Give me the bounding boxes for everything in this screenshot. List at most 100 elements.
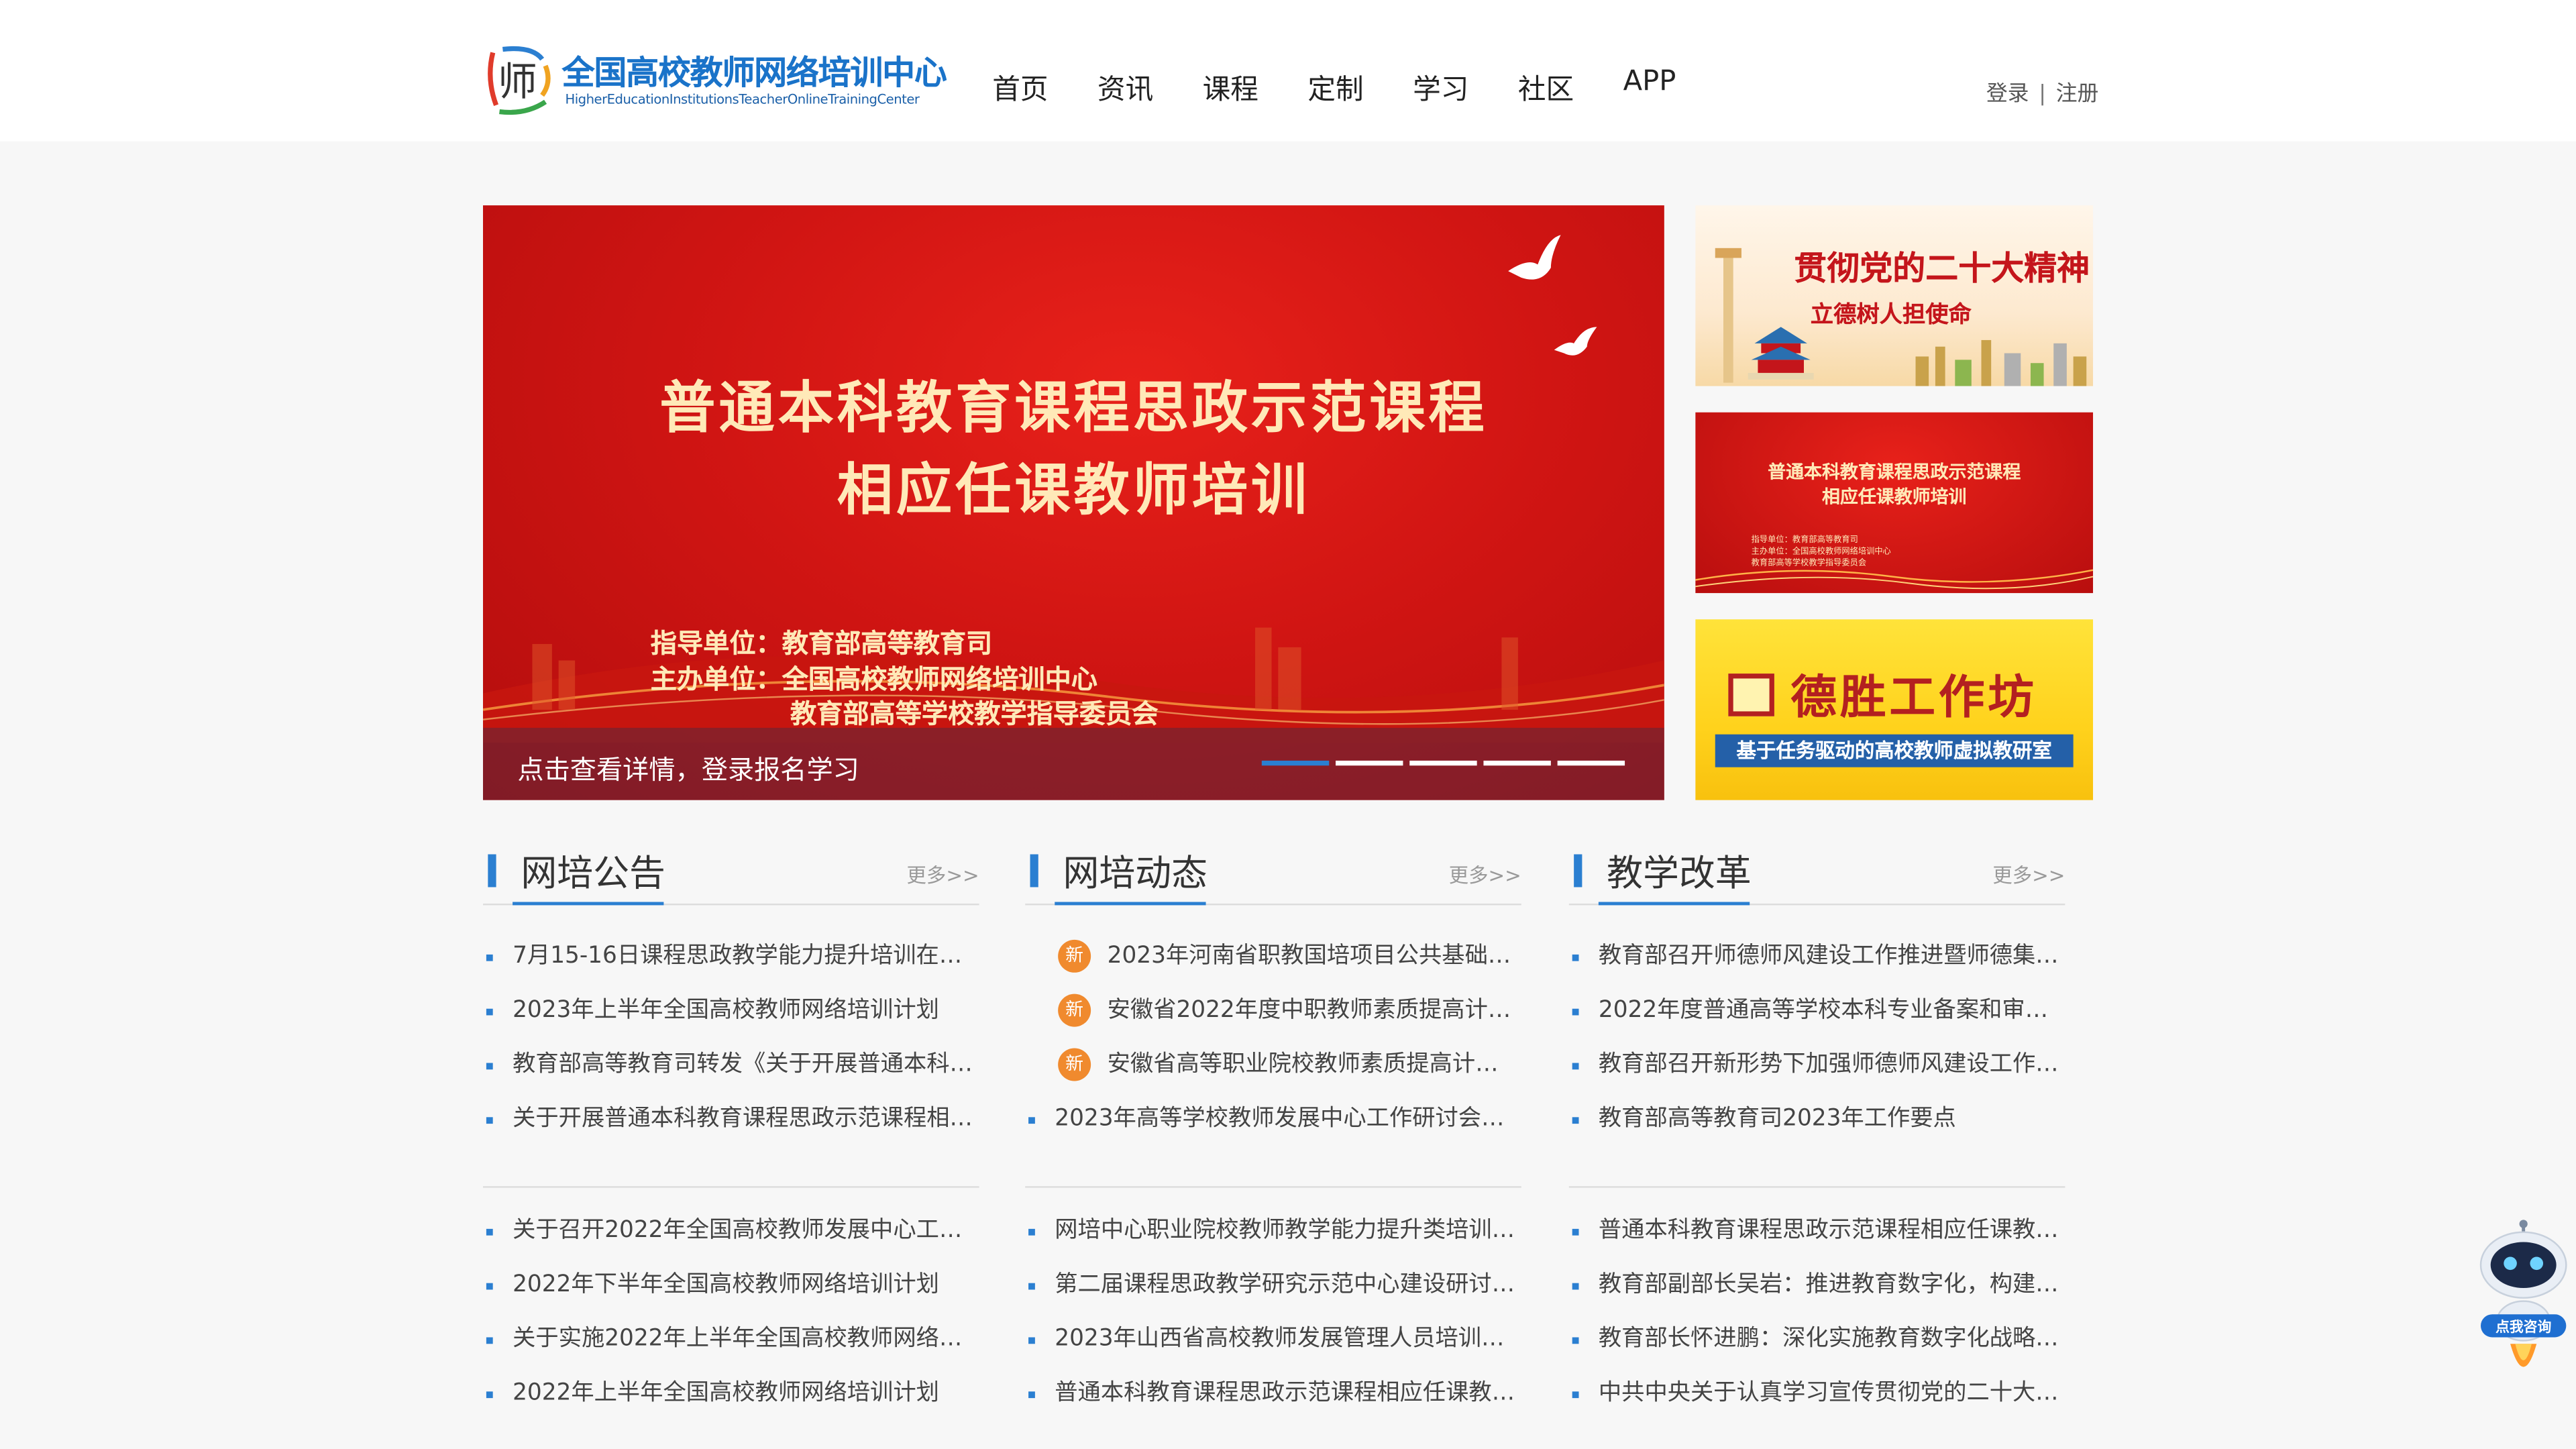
bullet-icon (486, 954, 493, 961)
list-item-text: 关于召开2022年全国高校教师发展中心工作研… (513, 1217, 976, 1244)
side-banner-2-wave (1695, 569, 2094, 590)
list-item-text: 2023年上半年全国高校教师网络培训计划 (513, 997, 939, 1024)
list-item[interactable]: 教育部高等教育司2023年工作要点 (1569, 1093, 2065, 1147)
list-item[interactable]: 第二届课程思政教学研究示范中心建设研讨会… (1025, 1258, 1521, 1313)
nav-study[interactable]: 学习 (1413, 66, 1468, 107)
list-item[interactable]: 教育部召开新形势下加强师德师风建设工作座… (1569, 1038, 2065, 1093)
side-banner-3-title: 德胜工作坊 (1790, 670, 2037, 725)
bullet-icon (486, 1008, 493, 1016)
bullet-icon (1028, 1283, 1035, 1290)
bullet-icon (1572, 1117, 1579, 1124)
list-item[interactable]: 关于实施2022年上半年全国高校教师网络培训… (483, 1313, 979, 1367)
list-item[interactable]: 教育部副部长吴岩：推进教育数字化，构建全… (1569, 1258, 2065, 1313)
pillar-icon (1715, 248, 1741, 383)
carousel-dot-4[interactable] (1483, 760, 1551, 766)
bullet-icon (1572, 1008, 1579, 1016)
list-item[interactable]: 新 2023年河南省职教国培项目公共基础课… (1025, 930, 1521, 984)
banner-org-line1: 指导单位：教育部高等教育司 (650, 627, 993, 659)
side-banner-3-subtitle: 基于任务驱动的高校教师虚拟教研室 (1715, 734, 2074, 767)
login-link[interactable]: 登录 (1986, 82, 2029, 107)
list-item[interactable]: 关于开展普通本科教育课程思政示范课程相应… (483, 1093, 979, 1147)
new-badge: 新 (1058, 994, 1091, 1027)
nav-app[interactable]: APP (1623, 66, 1676, 107)
nav-home[interactable]: 首页 (992, 66, 1048, 107)
bullet-icon (486, 1283, 493, 1290)
list-item-text: 7月15-16日课程思政教学能力提升培训在云南… (513, 943, 976, 969)
logo-title-en: HigherEducationInstitutionsTeacherOnline… (565, 92, 920, 107)
bullet-icon (1572, 1337, 1579, 1344)
more-link[interactable]: 更多>> (907, 861, 979, 889)
side-banner-ideology-course[interactable]: 普通本科教育课程思政示范课程 相应任课教师培训 指导单位：教育部高等教育司 主办… (1695, 412, 2094, 594)
list-item[interactable]: 教育部高等教育司转发《关于开展普通本科课… (483, 1038, 979, 1093)
banner-org-line2: 主办单位：全国高校教师网络培训中心 (650, 663, 1097, 695)
consult-robot-button[interactable]: 点我咨询 (2474, 1219, 2573, 1390)
news-list-bottom: 网培中心职业院校教师教学能力提升类培训项… 第二届课程思政教学研究示范中心建设研… (1025, 1186, 1521, 1421)
auth-separator: | (2039, 82, 2046, 107)
side-banner-workshop[interactable]: 德胜工作坊 基于任务驱动的高校教师虚拟教研室 (1695, 619, 2094, 800)
nav-custom[interactable]: 定制 (1307, 66, 1363, 107)
list-item[interactable]: 2023年高等学校教师发展中心工作研讨会顺利… (1025, 1093, 1521, 1147)
list-item[interactable]: 教育部召开师德师风建设工作推进暨师德集中… (1569, 930, 2065, 984)
list-item[interactable]: 2022年度普通高等学校本科专业备案和审批结… (1569, 984, 2065, 1038)
list-item[interactable]: 中共中央关于认真学习宣传贯彻党的二十大精… (1569, 1367, 2065, 1421)
side-banner-1-title: 贯彻党的二十大精神 (1794, 248, 2090, 288)
column-title-bar (488, 854, 496, 888)
more-link[interactable]: 更多>> (1992, 861, 2065, 889)
list-item-text: 2022年上半年全国高校教师网络培训计划 (513, 1380, 939, 1407)
side-banner-2-org-1: 指导单位：教育部高等教育司 (1751, 535, 1858, 546)
more-link[interactable]: 更多>> (1449, 861, 1521, 889)
list-item[interactable]: 新安徽省高等职业院校教师素质提高计划—… (1025, 1038, 1521, 1093)
column-underline (1598, 902, 1750, 906)
side-banner-2-subtitle: 相应任课教师培训 (1821, 486, 1967, 508)
list-item[interactable]: 2022年上半年全国高校教师网络培训计划 (483, 1367, 979, 1421)
banner-org-line3: 教育部高等学校教学指导委员会 (790, 698, 1159, 730)
carousel-dot-1[interactable] (1261, 760, 1330, 766)
list-item[interactable]: 网培中心职业院校教师教学能力提升类培训项… (1025, 1204, 1521, 1258)
bullet-icon (1572, 1228, 1579, 1236)
list-item-text: 教育部召开师德师风建设工作推进暨师德集中… (1598, 943, 2062, 969)
bullet-icon (1028, 1228, 1035, 1236)
auth-links: 登录 | 注册 (1986, 76, 2099, 107)
side-banner-1-subtitle: 立德树人担使命 (1810, 302, 1972, 329)
list-item[interactable]: 2022年下半年全国高校教师网络培训计划 (483, 1258, 979, 1313)
carousel-dot-3[interactable] (1409, 760, 1477, 766)
list-item[interactable]: 新安徽省2022年度中职教师素质提高计划… (1025, 984, 1521, 1038)
list-item[interactable]: 7月15-16日课程思政教学能力提升培训在云南… (483, 930, 979, 984)
carousel-dot-2[interactable] (1336, 760, 1403, 766)
side-banner-2-org-2: 主办单位：全国高校教师网络培训中心 (1751, 547, 1891, 557)
banner-title-line2: 相应任课教师培训 (837, 458, 1311, 525)
list-item-text: 普通本科教育课程思政示范课程相应任课教师… (1055, 1380, 1518, 1407)
list-item[interactable]: 教育部长怀进鹏：深化实施教育数字化战略行… (1569, 1313, 2065, 1367)
banner-title-line1: 普通本科教育课程思政示范课程 (659, 376, 1488, 442)
list-item[interactable]: 2023年山西省高校教师发展管理人员培训班成… (1025, 1313, 1521, 1367)
list-item[interactable]: 普通本科教育课程思政示范课程相应任课教师… (1569, 1204, 2065, 1258)
side-banner-party-spirit[interactable]: 贯彻党的二十大精神 立德树人担使命 (1695, 205, 2094, 386)
column-title-bar (1574, 854, 1582, 888)
main-carousel[interactable]: 普通本科教育课程思政示范课程 相应任课教师培训 指导单位：教育部高等教育司 主办… (483, 205, 1664, 800)
list-item-text: 关于开展普通本科教育课程思政示范课程相应… (513, 1106, 976, 1132)
nav-community[interactable]: 社区 (1518, 66, 1574, 107)
bullet-icon (486, 1391, 493, 1399)
bullet-icon (1572, 1283, 1579, 1290)
site-logo[interactable]: 师 全国高校教师网络培训中心 HigherEducationInstitutio… (483, 40, 947, 119)
bullet-icon (1028, 1337, 1035, 1344)
new-badge: 新 (1058, 939, 1091, 973)
column-teaching-reform: 教学改革 更多>> 教育部召开师德师风建设工作推进暨师德集中… 2022年度普通… (1568, 838, 2065, 1406)
list-item[interactable]: 2023年上半年全国高校教师网络培训计划 (483, 984, 979, 1038)
list-item-text: 关于实施2022年上半年全国高校教师网络培训… (513, 1326, 976, 1352)
nav-news[interactable]: 资讯 (1097, 66, 1153, 107)
list-item-text: 教育部高等教育司2023年工作要点 (1598, 1106, 1956, 1132)
register-link[interactable]: 注册 (2056, 82, 2099, 107)
list-item-text: 教育部长怀进鹏：深化实施教育数字化战略行… (1598, 1326, 2062, 1352)
bullet-icon (486, 1337, 493, 1344)
list-item-text: 安徽省2022年度中职教师素质提高计划… (1107, 997, 1518, 1024)
dove-small-icon (1554, 327, 1597, 356)
column-title: 教学改革 (1607, 854, 1752, 896)
carousel-dot-5[interactable] (1557, 760, 1625, 766)
list-item[interactable]: 普通本科教育课程思政示范课程相应任课教师… (1025, 1367, 1521, 1421)
banner-caption[interactable]: 点击查看详情，登录报名学习 (517, 747, 859, 787)
side-banner-2-title: 普通本科教育课程思政示范课程 (1768, 462, 2021, 484)
list-item[interactable]: 关于召开2022年全国高校教师发展中心工作研… (483, 1204, 979, 1258)
carousel-dots (1261, 760, 1625, 766)
nav-courses[interactable]: 课程 (1203, 66, 1258, 107)
